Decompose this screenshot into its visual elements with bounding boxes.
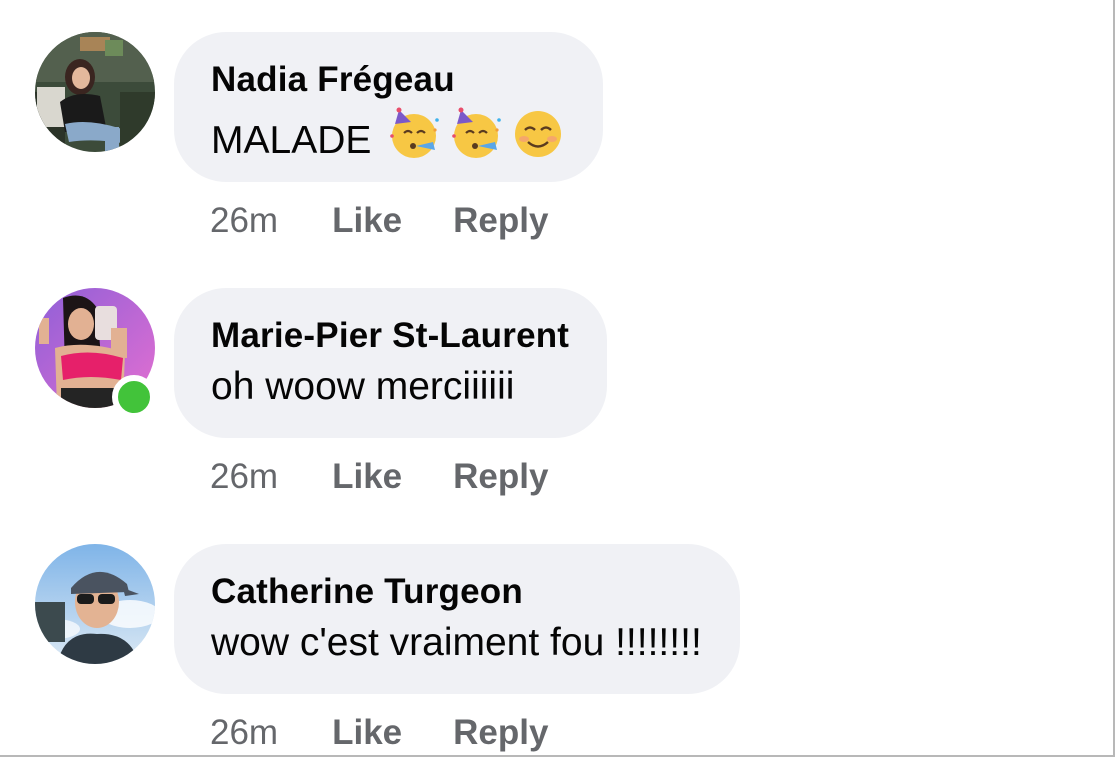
reply-button[interactable]: Reply: [453, 199, 548, 243]
avatar[interactable]: [35, 32, 155, 152]
comment-actions: 26m Like Reply: [210, 455, 548, 499]
comment-text-content: MALADE: [211, 119, 372, 162]
comment-bubble: Catherine Turgeon wow c'est vraiment fou…: [174, 544, 740, 694]
comment-timestamp[interactable]: 26m: [210, 199, 278, 243]
avatar-photo: [35, 32, 155, 152]
online-status-indicator: [112, 375, 156, 419]
comment-item: Marie-Pier St-Laurent oh woow merciiiiii…: [0, 256, 1110, 512]
avatar-photo: [35, 544, 155, 664]
comment-timestamp[interactable]: 26m: [210, 455, 278, 499]
comment-bubble: Marie-Pier St-Laurent oh woow merciiiiii: [174, 288, 608, 438]
comment-text: MALADE: [211, 106, 565, 166]
comment-bubble: Nadia Frégeau MALADE: [174, 32, 604, 182]
avatar[interactable]: [35, 544, 155, 664]
like-button[interactable]: Like: [332, 455, 402, 499]
partying-face-emoji: [387, 106, 441, 160]
like-button[interactable]: Like: [332, 199, 402, 243]
comment-actions: 26m Like Reply: [210, 199, 548, 243]
reply-button[interactable]: Reply: [453, 711, 548, 755]
comment-author[interactable]: Catherine Turgeon: [211, 572, 702, 612]
comment-timestamp[interactable]: 26m: [210, 711, 278, 755]
comment-author[interactable]: Nadia Frégeau: [211, 60, 565, 100]
smiling-face-emoji: [511, 106, 565, 160]
partying-face-emoji: [449, 106, 503, 160]
comments-panel: Nadia Frégeau MALADE 26m Like Reply Mari…: [0, 0, 1115, 757]
comment-text: oh woow merciiiiii: [211, 365, 515, 408]
comment-actions: 26m Like Reply: [210, 711, 548, 755]
reply-button[interactable]: Reply: [453, 455, 548, 499]
comment-author[interactable]: Marie-Pier St-Laurent: [211, 316, 569, 356]
like-button[interactable]: Like: [332, 711, 402, 755]
comment-text: wow c'est vraiment fou !!!!!!!!: [211, 621, 702, 664]
comment-item: Nadia Frégeau MALADE 26m Like Reply: [0, 0, 1110, 256]
comment-item: Catherine Turgeon wow c'est vraiment fou…: [0, 512, 1110, 755]
